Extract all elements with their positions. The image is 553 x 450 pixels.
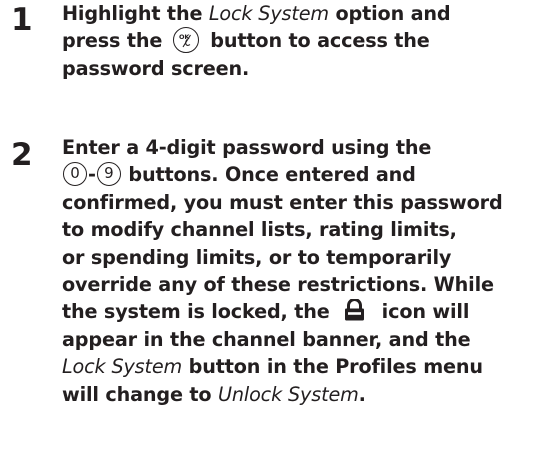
text-line: will change to Unlock System. bbox=[62, 381, 553, 408]
text-run: Enter a 4-digit password using the bbox=[62, 136, 432, 159]
text-line: appear in the channel banner, and the bbox=[62, 326, 553, 353]
text-line: password screen. bbox=[62, 55, 553, 82]
step-number: 2 bbox=[11, 137, 33, 173]
step-text: Highlight the Lock System option and pres… bbox=[62, 0, 553, 82]
text-run: button to access the bbox=[203, 29, 430, 53]
text-run: the system is locked, the bbox=[62, 300, 337, 324]
text-run: or spending limits, or to temporarily bbox=[62, 245, 452, 269]
text-run: will change to bbox=[62, 382, 218, 406]
emphasized-term: Lock System bbox=[62, 355, 183, 379]
text-line: press the OK button to access the bbox=[62, 27, 553, 54]
digit-9-button-icon: 9 bbox=[96, 162, 121, 187]
emphasized-term: Unlock System bbox=[218, 382, 359, 406]
text-line: the system is locked, the icon will bbox=[62, 298, 553, 325]
text-run: press the bbox=[62, 29, 169, 53]
text-run: override any of these restrictions. Whil… bbox=[62, 272, 494, 296]
text-run: . bbox=[358, 382, 366, 406]
text-run: icon will bbox=[375, 300, 470, 324]
text-run: password screen. bbox=[62, 56, 250, 80]
text-run: button in the Profiles menu bbox=[182, 355, 483, 379]
text-line: Enter a 4-digit password using the bbox=[62, 134, 553, 161]
text-line: to modify channel lists, rating limits, bbox=[62, 216, 553, 243]
range-dash: - bbox=[88, 163, 96, 187]
text-run: Highlight the bbox=[62, 2, 209, 25]
text-line: confirmed, you must enter this password bbox=[62, 189, 553, 216]
step-number: 1 bbox=[11, 2, 33, 38]
ok-button-icon: OK bbox=[172, 27, 199, 54]
text-run: appear in the channel banner, and the bbox=[62, 327, 471, 351]
text-line: override any of these restrictions. Whil… bbox=[62, 271, 553, 298]
emphasized-term: Lock System bbox=[208, 2, 329, 25]
text-line: 0-9 buttons. Once entered and bbox=[62, 161, 553, 188]
text-run: buttons. Once entered and bbox=[121, 163, 416, 187]
text-line: or spending limits, or to temporarily bbox=[62, 244, 553, 271]
text-run: to modify channel lists, rating limits, bbox=[62, 218, 457, 242]
text-run: confirmed, you must enter this password bbox=[62, 190, 503, 214]
digit-label: 9 bbox=[104, 164, 114, 183]
digit-0-button-icon: 0 bbox=[63, 162, 87, 187]
lock-icon bbox=[344, 299, 365, 321]
text-line: Highlight the Lock System option and bbox=[62, 0, 553, 27]
text-line: Lock System button in the Profiles menu bbox=[62, 353, 553, 380]
step-text: Enter a 4-digit password using the 0-9 bu… bbox=[62, 134, 553, 408]
text-run: option and bbox=[328, 2, 451, 25]
digit-label: 0 bbox=[70, 164, 80, 183]
